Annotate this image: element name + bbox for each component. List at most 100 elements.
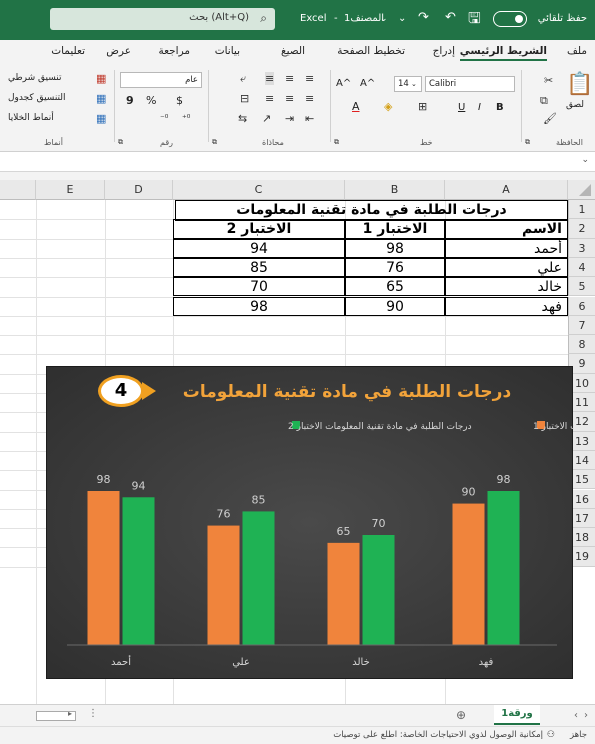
font-color-button[interactable]: A: [352, 100, 360, 113]
tab-view[interactable]: عرض: [106, 45, 131, 57]
status-accessibility[interactable]: إمكانية الوصول لذوي الاحتياجات الخاصة: ا…: [333, 730, 543, 740]
column-header-c[interactable]: C: [173, 180, 345, 200]
scroll-divider-icon[interactable]: ⋮: [88, 708, 98, 719]
borders-icon[interactable]: ⊞: [418, 100, 427, 113]
format-table-button[interactable]: التنسيق كجدول: [8, 93, 66, 103]
fill-color-icon[interactable]: ◈: [384, 100, 392, 113]
align-right-icon[interactable]: ≡: [305, 92, 314, 105]
number-launcher-icon[interactable]: ⧉: [118, 138, 123, 147]
align-middle-icon[interactable]: ≡: [285, 72, 294, 85]
wrap-text-icon[interactable]: ⤶: [240, 72, 246, 86]
row-header-7[interactable]: 7: [568, 315, 595, 336]
text-direction-icon[interactable]: ⇆: [238, 112, 247, 125]
name-cell[interactable]: خالد: [445, 277, 568, 297]
row-header-8[interactable]: 8: [568, 335, 595, 355]
bar-chart[interactable]: درجات الطلبة في مادة تقنية المعلومات درجا…: [46, 366, 574, 679]
row-header-1[interactable]: 1: [568, 200, 595, 220]
row-header-2[interactable]: 2: [568, 219, 595, 239]
tab-home[interactable]: الشريط الرئيسي: [459, 45, 547, 61]
indent-decrease-icon[interactable]: ⇤: [305, 112, 314, 125]
font-name-box[interactable]: Calibri: [425, 76, 515, 92]
italic-button[interactable]: I: [478, 102, 481, 113]
filename-chevron-icon[interactable]: ⌄: [380, 14, 388, 24]
row-header-5[interactable]: 5: [568, 277, 595, 297]
score-cell[interactable]: 90: [345, 296, 445, 316]
grow-font-button[interactable]: A^: [360, 78, 375, 89]
bold-button[interactable]: B: [496, 102, 504, 113]
score-cell[interactable]: 76: [345, 257, 445, 278]
format-table-icon[interactable]: ▦: [96, 92, 106, 105]
paste-icon[interactable]: 📋: [566, 72, 593, 97]
header-cell-test2[interactable]: الاختبار 2: [173, 219, 345, 239]
font-launcher-icon[interactable]: ⧉: [334, 138, 339, 147]
font-size-box[interactable]: 14 ⌄: [394, 76, 422, 92]
conditional-format-icon[interactable]: ▦: [96, 72, 106, 85]
tab-help[interactable]: تعليمات: [51, 45, 85, 57]
row-header-3[interactable]: 3: [568, 238, 595, 258]
conditional-format-button[interactable]: تنسيق شرطي: [8, 73, 62, 83]
indent-increase-icon[interactable]: ⇥: [285, 112, 294, 125]
tab-file[interactable]: ملف: [567, 45, 587, 57]
autosave-toggle[interactable]: [493, 11, 527, 27]
scroll-right-icon[interactable]: ▸: [68, 709, 72, 718]
align-top-icon[interactable]: ≡: [305, 72, 314, 85]
next-sheet-icon[interactable]: ›: [584, 710, 588, 721]
tab-review[interactable]: مراجعة: [158, 45, 190, 57]
score-cell[interactable]: 94: [173, 238, 345, 258]
accessibility-icon[interactable]: ⚇: [547, 730, 555, 740]
name-cell[interactable]: أحمد: [445, 238, 568, 258]
search-box[interactable]: بحث (Alt+Q) ⌕: [50, 8, 275, 30]
align-center-icon[interactable]: ≡: [285, 92, 294, 105]
name-cell[interactable]: علي: [445, 257, 568, 278]
sheet-tab-1[interactable]: ورقة1: [494, 705, 540, 725]
score-cell[interactable]: 98: [173, 296, 345, 316]
number-format-box[interactable]: عام: [120, 72, 202, 88]
alignment-launcher-icon[interactable]: ⧉: [212, 138, 217, 147]
format-painter-icon[interactable]: 🖌: [543, 112, 557, 125]
merge-center-icon[interactable]: ⊟: [240, 92, 249, 105]
score-cell[interactable]: 85: [173, 257, 345, 278]
prev-sheet-icon[interactable]: ‹: [574, 710, 578, 721]
column-header-a[interactable]: A: [445, 180, 568, 200]
table-title[interactable]: درجات الطلبة في مادة تقنية المعلومات: [175, 200, 568, 221]
name-cell[interactable]: فهد: [445, 296, 568, 316]
column-header-d[interactable]: D: [105, 180, 173, 200]
cell-styles-button[interactable]: أنماط الخلايا: [8, 113, 54, 123]
orientation-icon[interactable]: ↗: [262, 112, 271, 125]
save-icon[interactable]: 🖫: [468, 8, 481, 33]
row-header-6[interactable]: 6: [568, 296, 595, 316]
cut-icon[interactable]: ✂: [544, 74, 553, 87]
plus-icon[interactable]: ⊕: [456, 708, 466, 722]
shrink-font-button[interactable]: A^: [336, 78, 351, 89]
currency-button[interactable]: $: [176, 94, 183, 107]
select-all-corner[interactable]: [568, 180, 595, 200]
tab-data[interactable]: بيانات: [215, 45, 240, 57]
tab-formulas[interactable]: الصيغ: [281, 45, 305, 57]
percent-button[interactable]: %: [146, 94, 156, 107]
comma-button[interactable]: 9: [126, 94, 134, 107]
customize-chevron-icon[interactable]: ⌄: [398, 13, 406, 24]
increase-decimal-icon[interactable]: ⁺⁰: [182, 114, 190, 124]
score-cell[interactable]: 65: [345, 277, 445, 297]
underline-button[interactable]: U: [458, 102, 465, 113]
cell-styles-icon[interactable]: ▦: [96, 112, 106, 125]
header-cell-test1[interactable]: الاختبار 1: [345, 219, 445, 239]
header-cell-name[interactable]: الاسم: [445, 219, 568, 239]
formula-bar[interactable]: ⌄: [0, 152, 595, 172]
tab-insert[interactable]: إدراج: [433, 45, 455, 57]
undo-icon[interactable]: ↶: [445, 10, 456, 25]
column-header-b[interactable]: B: [345, 180, 445, 200]
column-header-e[interactable]: E: [36, 180, 105, 200]
align-bottom-icon[interactable]: ≡: [265, 72, 275, 85]
decrease-decimal-icon[interactable]: ⁻⁰: [160, 114, 168, 124]
score-cell[interactable]: 98: [345, 238, 445, 258]
column-header-partial[interactable]: [0, 180, 36, 200]
score-cell[interactable]: 70: [173, 277, 345, 297]
expand-formula-bar-icon[interactable]: ⌄: [581, 155, 589, 165]
align-left-icon[interactable]: ≡: [265, 92, 274, 105]
tab-page-layout[interactable]: تخطيط الصفحة: [337, 45, 405, 57]
copy-icon[interactable]: ⧉: [540, 94, 548, 108]
row-header-4[interactable]: 4: [568, 257, 595, 278]
clipboard-launcher-icon[interactable]: ⧉: [525, 138, 530, 147]
redo-icon[interactable]: ↷: [418, 10, 429, 25]
